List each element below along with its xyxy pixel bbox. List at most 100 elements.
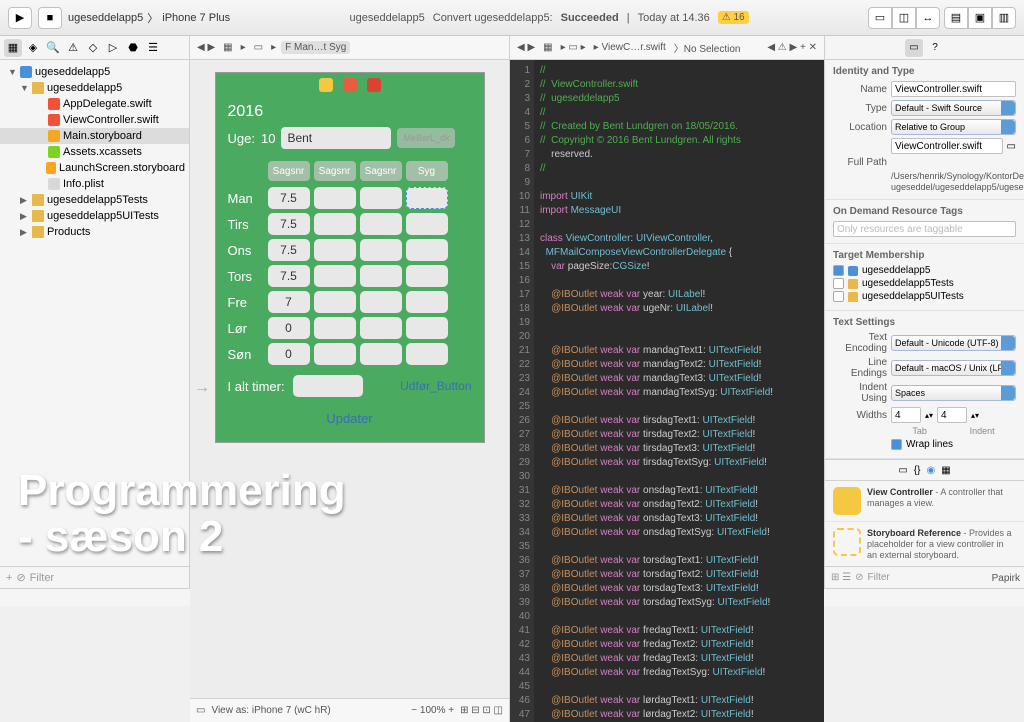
- lineending-select[interactable]: Default - macOS / Unix (LF): [891, 360, 1016, 376]
- indent-select[interactable]: Spaces: [891, 385, 1016, 401]
- file-inspector-tab[interactable]: ▭: [905, 39, 923, 57]
- hours-field[interactable]: 0: [268, 317, 310, 339]
- toggle-inspector-button[interactable]: ▥: [992, 7, 1016, 29]
- tree-item[interactable]: LaunchScreen.storyboard: [0, 160, 189, 176]
- tab-width-field[interactable]: 4: [891, 407, 921, 423]
- editor-standard-button[interactable]: ▭: [868, 7, 892, 29]
- editor-version-button[interactable]: ↔: [916, 7, 940, 29]
- hours-field[interactable]: [314, 213, 356, 235]
- vc-icon-1[interactable]: [319, 78, 333, 92]
- hours-field[interactable]: 7.5: [268, 239, 310, 261]
- ib-jump-bar[interactable]: ◀ ▶▦▸ ▭▸ F Man…t Syg: [190, 36, 509, 60]
- hours-field[interactable]: [360, 343, 402, 365]
- syg-field[interactable]: [406, 265, 448, 287]
- symbol-navigator-tab[interactable]: ◈: [24, 39, 42, 57]
- hours-field[interactable]: [314, 317, 356, 339]
- column-header[interactable]: Sagsnr: [268, 161, 310, 181]
- tree-item[interactable]: ▶Products: [0, 224, 189, 240]
- library-item[interactable]: View Controller - A controller that mana…: [825, 481, 1024, 522]
- hours-field[interactable]: [314, 291, 356, 313]
- syg-field[interactable]: [406, 291, 448, 313]
- hours-field[interactable]: 7: [268, 291, 310, 313]
- hours-field[interactable]: [314, 187, 356, 209]
- breakpoint-navigator-tab[interactable]: ⬣: [124, 39, 142, 57]
- hours-field[interactable]: [360, 239, 402, 261]
- column-header[interactable]: Sagsnr: [314, 161, 356, 181]
- code-snippet-tab[interactable]: {}: [914, 465, 921, 476]
- issue-navigator-tab[interactable]: ⚠: [64, 39, 82, 57]
- ib-footer[interactable]: ▭View as: iPhone 7 (wC hR) − 100% + ⊞ ⊟ …: [190, 698, 509, 722]
- object-library-tab[interactable]: ◉: [926, 465, 935, 476]
- add-icon[interactable]: +: [6, 572, 12, 584]
- device-selector[interactable]: iPhone 7 Plus: [162, 12, 230, 24]
- stop-button[interactable]: ■: [38, 7, 62, 29]
- hours-field[interactable]: 7.5: [268, 265, 310, 287]
- hours-field[interactable]: [360, 291, 402, 313]
- toggle-navigator-button[interactable]: ▤: [944, 7, 968, 29]
- wrap-lines-checkbox[interactable]: [891, 439, 902, 450]
- tree-item[interactable]: ▼ugeseddelapp5: [0, 80, 189, 96]
- editor-assistant-button[interactable]: ◫: [892, 7, 916, 29]
- scheme-selector[interactable]: ugeseddelapp5: [68, 12, 143, 24]
- vc-icon-2[interactable]: [343, 78, 357, 92]
- navigator-filter[interactable]: + ⊘ Filter: [0, 566, 189, 588]
- vc-icon-3[interactable]: [367, 78, 381, 92]
- file-template-tab[interactable]: ▭: [898, 465, 907, 476]
- hours-field[interactable]: 7.5: [268, 187, 310, 209]
- warning-badge[interactable]: ⚠ 16: [718, 11, 749, 24]
- hours-field[interactable]: [314, 239, 356, 261]
- target-checkbox-row[interactable]: ugeseddelapp5: [833, 265, 1016, 276]
- tree-project-root[interactable]: ▼ ugeseddelapp5: [0, 64, 189, 80]
- uge-nr-label[interactable]: 10: [261, 131, 275, 146]
- storyboard-view-controller[interactable]: 2016 Uge: 10 Bent MeBerL_dk SagsnrSagsnr…: [215, 72, 485, 443]
- column-header[interactable]: Sagsnr: [360, 161, 402, 181]
- tree-item[interactable]: ▶ugeseddelapp5UITests: [0, 208, 189, 224]
- tree-item[interactable]: ▶ugeseddelapp5Tests: [0, 192, 189, 208]
- report-navigator-tab[interactable]: ☰: [144, 39, 162, 57]
- tree-item[interactable]: Assets.xcassets: [0, 144, 189, 160]
- hours-field[interactable]: [314, 265, 356, 287]
- syg-field[interactable]: [406, 213, 448, 235]
- target-checkbox-row[interactable]: ugeseddelapp5UITests: [833, 291, 1016, 302]
- encoding-select[interactable]: Default - Unicode (UTF-8): [891, 335, 1016, 351]
- test-navigator-tab[interactable]: ◇: [84, 39, 102, 57]
- toggle-debug-button[interactable]: ▣: [968, 7, 992, 29]
- debug-navigator-tab[interactable]: ▷: [104, 39, 122, 57]
- tree-item[interactable]: AppDelegate.swift: [0, 96, 189, 112]
- hours-field[interactable]: [360, 265, 402, 287]
- column-header[interactable]: Syg: [406, 161, 448, 181]
- tree-item[interactable]: Main.storyboard: [0, 128, 189, 144]
- run-button[interactable]: ▶: [8, 7, 32, 29]
- name-field[interactable]: Bent: [281, 127, 391, 149]
- media-library-tab[interactable]: ▦: [941, 465, 950, 476]
- hours-field[interactable]: [314, 343, 356, 365]
- hours-field[interactable]: [360, 213, 402, 235]
- updater-button[interactable]: Updater: [228, 411, 472, 426]
- project-navigator-tab[interactable]: ▦: [4, 39, 22, 57]
- syg-field[interactable]: [406, 317, 448, 339]
- syg-field[interactable]: [406, 187, 448, 209]
- tree-item[interactable]: ViewController.swift: [0, 112, 189, 128]
- location-select[interactable]: Relative to Group: [891, 119, 1016, 135]
- year-label[interactable]: 2016: [228, 103, 472, 121]
- mail-button[interactable]: MeBerL_dk: [397, 128, 455, 148]
- hours-field[interactable]: [360, 317, 402, 339]
- tree-item[interactable]: Info.plist: [0, 176, 189, 192]
- type-select[interactable]: Default - Swift Source: [891, 100, 1016, 116]
- total-field[interactable]: [293, 375, 363, 397]
- hours-field[interactable]: [360, 187, 402, 209]
- target-checkbox-row[interactable]: ugeseddelapp5Tests: [833, 278, 1016, 289]
- syg-field[interactable]: [406, 239, 448, 261]
- code-jump-bar[interactable]: ◀ ▶▦ ▸ ▭ ▸ ▸ ViewC…r.swift 〉No Selection…: [510, 36, 824, 60]
- indent-width-field[interactable]: 4: [937, 407, 967, 423]
- name-field[interactable]: ViewController.swift: [891, 81, 1016, 97]
- hours-field[interactable]: 0: [268, 343, 310, 365]
- folder-icon[interactable]: ▭: [1007, 141, 1016, 152]
- hours-field[interactable]: 7.5: [268, 213, 310, 235]
- find-navigator-tab[interactable]: 🔍: [44, 39, 62, 57]
- udfor-button[interactable]: Udfør_Button: [400, 379, 471, 393]
- syg-field[interactable]: [406, 343, 448, 365]
- quick-help-tab[interactable]: ?: [926, 39, 944, 57]
- code-editor[interactable]: 1234567891011121314151617181920212223242…: [510, 60, 824, 722]
- library-item[interactable]: Storyboard Reference - Provides a placeh…: [825, 522, 1024, 566]
